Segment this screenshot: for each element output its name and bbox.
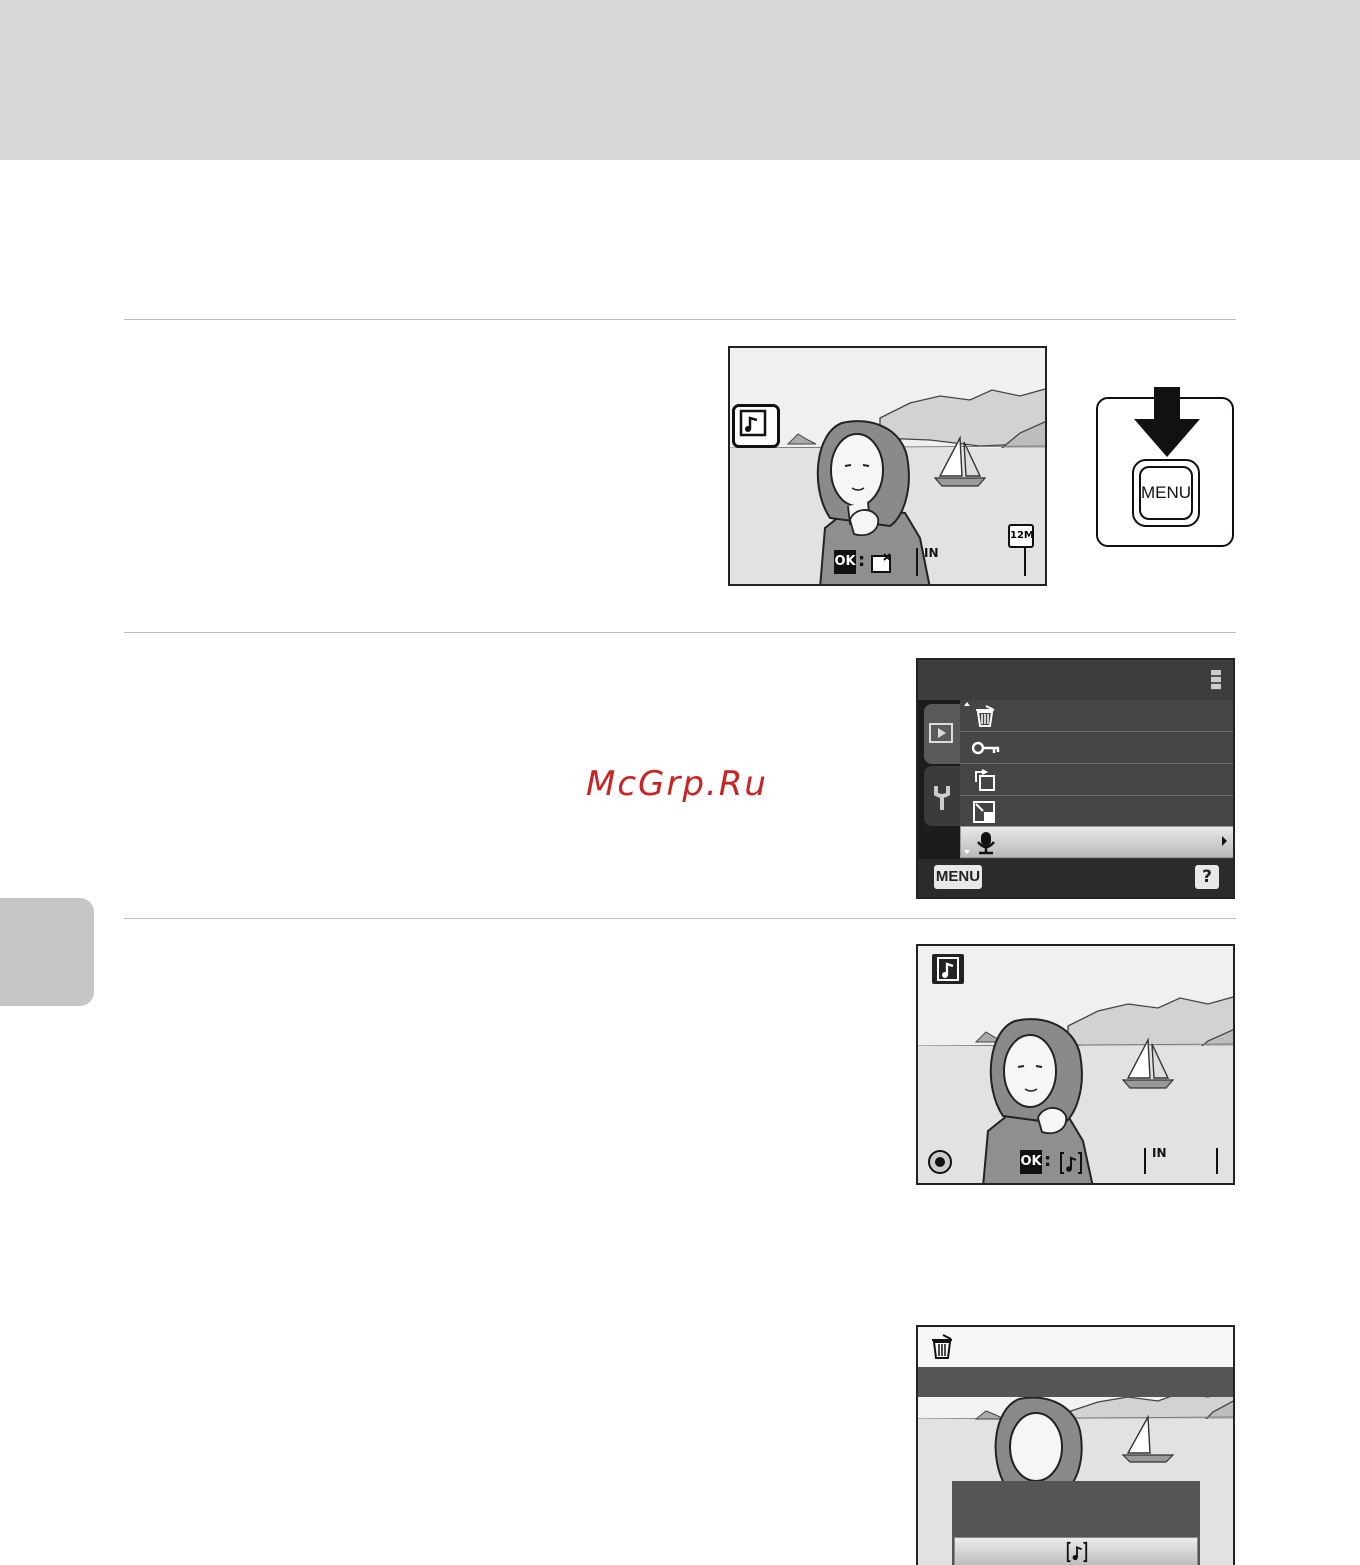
- memory-indicator: IN: [916, 546, 1026, 576]
- press-arrow-icon: [1134, 387, 1200, 457]
- ok-button-icon: OK: [1020, 1150, 1042, 1174]
- play-voice-memo-icon: [1060, 1152, 1082, 1174]
- multi-selector-icon: [928, 1150, 952, 1174]
- section-divider: [124, 319, 1236, 320]
- voice-memo-indicator: [932, 954, 964, 984]
- delete-voice-memo-screen: [916, 1325, 1235, 1565]
- colon-separator: :: [1044, 1150, 1052, 1171]
- wrench-icon: [934, 786, 950, 810]
- trash-icon: [932, 1334, 952, 1359]
- confirm-message-bar: [918, 1367, 1233, 1397]
- microphone-icon: [977, 832, 995, 855]
- menu-tab-column: [918, 700, 960, 860]
- menu-footer: MENU ?: [918, 859, 1233, 897]
- voice-memo-icon: [937, 957, 959, 981]
- voice-memo-icon: [1066, 1541, 1088, 1563]
- key-icon: [972, 741, 1000, 755]
- section-divider: [124, 632, 1236, 633]
- confirm-dialog: [952, 1481, 1200, 1565]
- voice-memo-icon-highlight: [732, 404, 780, 448]
- help-icon: ?: [1195, 865, 1219, 889]
- menu-key-icon: MENU: [934, 865, 982, 889]
- scroll-indicator: [1211, 670, 1221, 690]
- trash-icon: [976, 705, 995, 727]
- menu-item-rotate[interactable]: [960, 764, 1233, 796]
- menu-item-protect[interactable]: [960, 732, 1233, 764]
- menu-item-voice-memo[interactable]: [960, 826, 1233, 858]
- playback-menu-screen: MENU ?: [916, 658, 1235, 899]
- ok-button-icon: OK: [834, 550, 856, 574]
- image-size-icon: 12M: [1008, 524, 1034, 548]
- internal-memory-label: IN: [1152, 1146, 1167, 1160]
- tab-setup[interactable]: [924, 766, 960, 826]
- small-picture-icon: [973, 801, 995, 823]
- camera-playback-screen: OK : IN 12M: [728, 346, 1047, 586]
- header-band: [0, 0, 1360, 160]
- voice-memo-icon: [739, 409, 767, 437]
- colon-separator: :: [858, 550, 866, 571]
- delete-voice-icon: [871, 553, 891, 573]
- menu-button-outer: MENU: [1132, 459, 1200, 527]
- scroll-up-icon: [964, 702, 970, 706]
- menu-button[interactable]: MENU: [1139, 466, 1193, 520]
- memory-indicator: IN: [1144, 1146, 1218, 1174]
- submenu-arrow-icon: [1222, 836, 1227, 846]
- playback-icon: [929, 723, 953, 743]
- menu-item-small-picture[interactable]: [960, 796, 1233, 828]
- watermark: McGrp.Ru: [586, 764, 768, 804]
- menu-title-bar: [918, 660, 1233, 701]
- confirm-yes-option[interactable]: [954, 1537, 1198, 1565]
- voice-memo-playback-screen: OK : IN: [916, 944, 1235, 1185]
- chapter-side-tab: [0, 898, 94, 1006]
- tab-playback[interactable]: [924, 704, 960, 764]
- menu-button-illustration: MENU: [1096, 387, 1234, 547]
- confirm-title-bar: [918, 1327, 1233, 1367]
- internal-memory-label: IN: [924, 546, 939, 560]
- menu-item-delete[interactable]: [960, 700, 1233, 732]
- scroll-down-icon: [964, 850, 970, 854]
- menu-list: [960, 700, 1233, 858]
- section-divider: [124, 918, 1236, 919]
- rotate-image-icon: [975, 769, 995, 791]
